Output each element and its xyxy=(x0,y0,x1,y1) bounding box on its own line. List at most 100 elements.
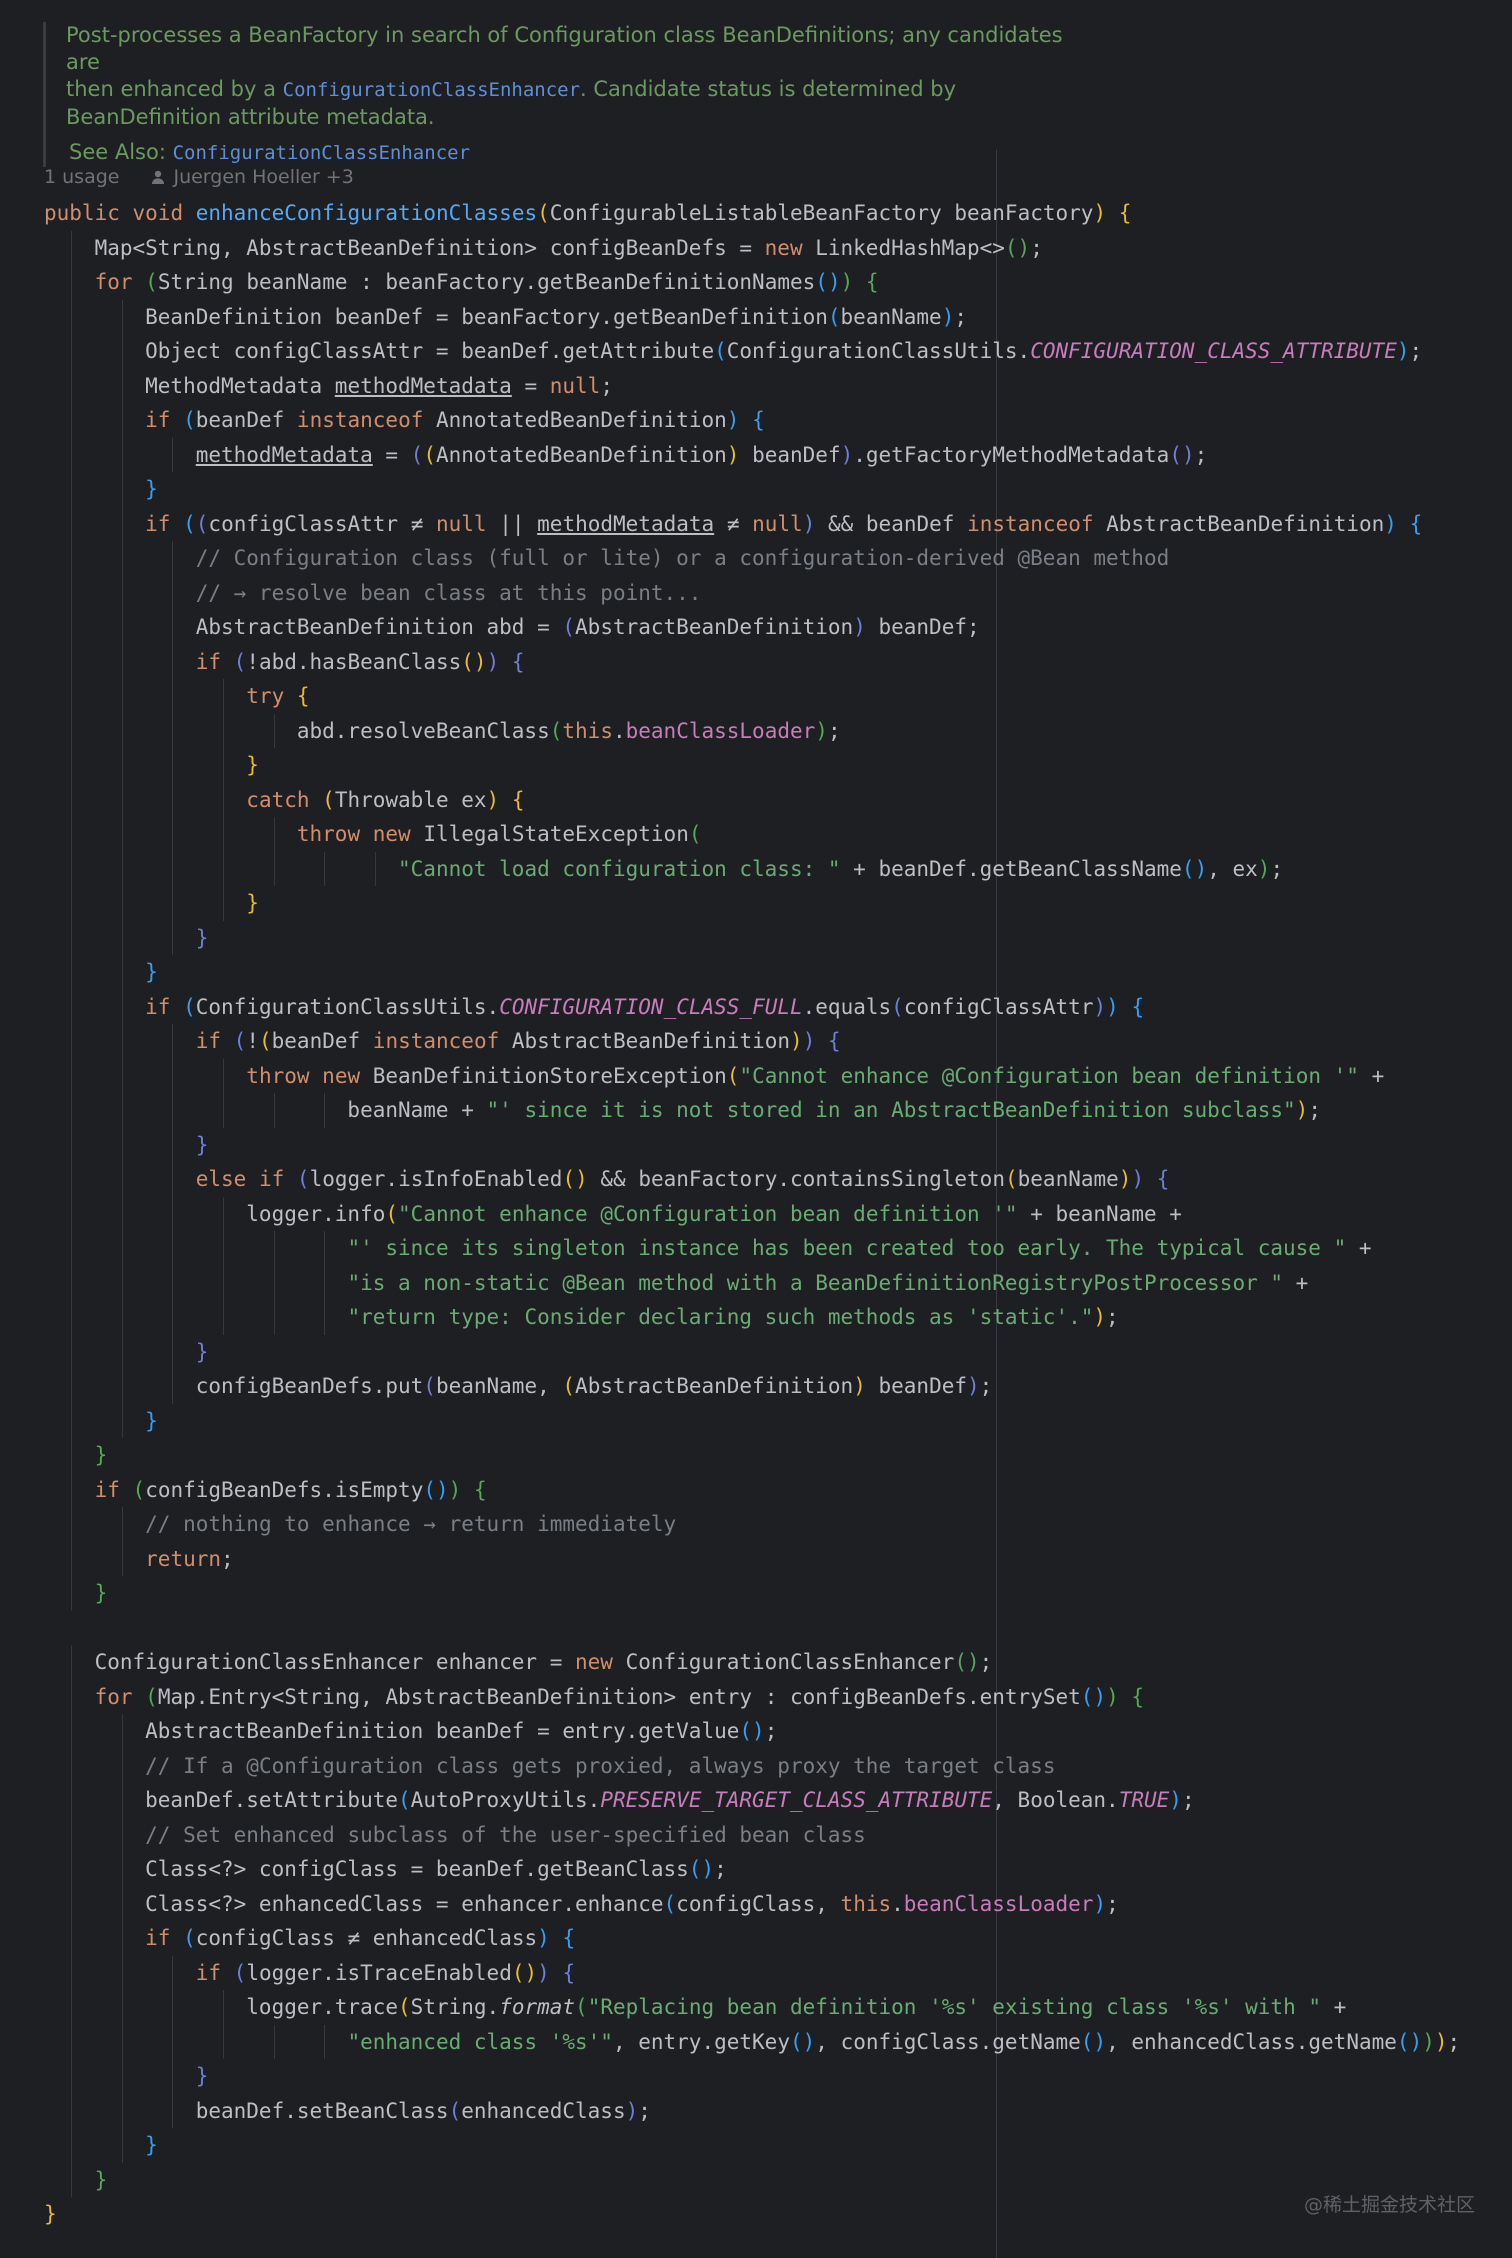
code-line[interactable]: // → resolve bean class at this point... xyxy=(44,575,1460,610)
code-text[interactable]: "enhanced class '%s'", entry.getKey(), c… xyxy=(44,2030,1460,2054)
code-line[interactable]: AbstractBeanDefinition abd = (AbstractBe… xyxy=(44,610,1460,645)
code-line[interactable]: } xyxy=(44,1576,1460,1611)
code-line[interactable]: ConfigurationClassEnhancer enhancer = ne… xyxy=(44,1645,1460,1680)
code-line[interactable]: } xyxy=(44,472,1460,507)
code-text[interactable]: configBeanDefs.put(beanName, (AbstractBe… xyxy=(44,1374,993,1398)
code-line[interactable]: } xyxy=(44,1334,1460,1369)
code-text[interactable]: throw new BeanDefinitionStoreException("… xyxy=(44,1064,1384,1088)
code-line[interactable]: logger.trace(String.format("Replacing be… xyxy=(44,1990,1460,2025)
author-hint[interactable]: Juergen Hoeller +3 xyxy=(173,166,353,188)
code-text[interactable]: beanName + "' since it is not stored in … xyxy=(44,1098,1321,1122)
code-line[interactable]: } xyxy=(44,955,1460,990)
code-text[interactable]: Class<?> configClass = beanDef.getBeanCl… xyxy=(44,1857,727,1881)
code-text[interactable]: Object configClassAttr = beanDef.getAttr… xyxy=(44,339,1422,363)
code-text[interactable]: if (!abd.hasBeanClass()) { xyxy=(44,650,525,674)
code-text[interactable]: } xyxy=(44,1409,158,1433)
code-line[interactable]: return; xyxy=(44,1541,1460,1576)
code-line[interactable]: } xyxy=(44,2059,1460,2094)
code-text[interactable]: if (ConfigurationClassUtils.CONFIGURATIO… xyxy=(44,995,1144,1019)
code-line[interactable]: else if (logger.isInfoEnabled() && beanF… xyxy=(44,1162,1460,1197)
code-text[interactable]: logger.info("Cannot enhance @Configurati… xyxy=(44,1202,1182,1226)
code-text[interactable]: AbstractBeanDefinition beanDef = entry.g… xyxy=(44,1719,777,1743)
code-line[interactable]: } xyxy=(44,1127,1460,1162)
code-text[interactable]: methodMetadata = ((AnnotatedBeanDefiniti… xyxy=(44,443,1208,467)
code-editor[interactable]: public void enhanceConfigurationClasses(… xyxy=(44,196,1460,2232)
code-line[interactable]: configBeanDefs.put(beanName, (AbstractBe… xyxy=(44,1369,1460,1404)
code-text[interactable]: if ((configClassAttr ≠ null || methodMet… xyxy=(44,512,1422,536)
code-text[interactable]: if (logger.isTraceEnabled()) { xyxy=(44,1961,575,1985)
code-line[interactable]: if (!(beanDef instanceof AbstractBeanDef… xyxy=(44,1024,1460,1059)
code-text[interactable]: } xyxy=(44,2064,209,2088)
code-text[interactable]: AbstractBeanDefinition abd = (AbstractBe… xyxy=(44,615,980,639)
code-text[interactable]: } xyxy=(44,1133,209,1157)
code-line[interactable]: Map<String, AbstractBeanDefinition> conf… xyxy=(44,230,1460,265)
code-line[interactable]: BeanDefinition beanDef = beanFactory.get… xyxy=(44,299,1460,334)
code-line[interactable]: logger.info("Cannot enhance @Configurati… xyxy=(44,1196,1460,1231)
code-text[interactable]: abd.resolveBeanClass(this.beanClassLoade… xyxy=(44,719,841,743)
code-text[interactable]: } xyxy=(44,477,158,501)
code-text[interactable]: } xyxy=(44,1581,108,1605)
code-line[interactable]: } xyxy=(44,1438,1460,1473)
code-line[interactable]: // If a @Configuration class gets proxie… xyxy=(44,1748,1460,1783)
code-text[interactable]: Class<?> enhancedClass = enhancer.enhanc… xyxy=(44,1892,1119,1916)
code-text[interactable]: catch (Throwable ex) { xyxy=(44,788,524,812)
code-line[interactable]: // Configuration class (full or lite) or… xyxy=(44,541,1460,576)
code-text[interactable]: // Configuration class (full or lite) or… xyxy=(44,546,1170,570)
code-text[interactable]: ConfigurationClassEnhancer enhancer = ne… xyxy=(44,1650,993,1674)
code-line[interactable]: try { xyxy=(44,679,1460,714)
code-text[interactable]: if (beanDef instanceof AnnotatedBeanDefi… xyxy=(44,408,765,432)
code-line[interactable] xyxy=(44,1611,1460,1646)
code-line[interactable]: } xyxy=(44,2197,1460,2232)
code-line[interactable]: "return type: Consider declaring such me… xyxy=(44,1300,1460,1335)
code-line[interactable]: if (ConfigurationClassUtils.CONFIGURATIO… xyxy=(44,989,1460,1024)
code-text[interactable]: // → resolve bean class at this point... xyxy=(44,581,702,605)
see-also-link[interactable]: ConfigurationClassEnhancer xyxy=(173,142,470,164)
code-line[interactable]: Class<?> configClass = beanDef.getBeanCl… xyxy=(44,1852,1460,1887)
code-text[interactable]: else if (logger.isInfoEnabled() && beanF… xyxy=(44,1167,1170,1191)
code-line[interactable]: "Cannot load configuration class: " + be… xyxy=(44,851,1460,886)
code-text[interactable]: } xyxy=(44,2133,158,2157)
code-text[interactable]: } xyxy=(44,1340,209,1364)
code-line[interactable]: for (String beanName : beanFactory.getBe… xyxy=(44,265,1460,300)
code-text[interactable]: "is a non-static @Bean method with a Bea… xyxy=(44,1271,1308,1295)
code-text[interactable]: "' since its singleton instance has been… xyxy=(44,1236,1371,1260)
code-text[interactable]: // If a @Configuration class gets proxie… xyxy=(44,1754,1055,1778)
code-text[interactable]: return; xyxy=(44,1547,234,1571)
code-line[interactable]: for (Map.Entry<String, AbstractBeanDefin… xyxy=(44,1679,1460,1714)
code-text[interactable]: } xyxy=(44,891,259,915)
code-line[interactable]: beanDef.setBeanClass(enhancedClass); xyxy=(44,2093,1460,2128)
code-text[interactable]: Map<String, AbstractBeanDefinition> conf… xyxy=(44,236,1043,260)
code-text[interactable]: // Set enhanced subclass of the user-spe… xyxy=(44,1823,866,1847)
code-line[interactable]: beanName + "' since it is not stored in … xyxy=(44,1093,1460,1128)
code-line[interactable]: if ((configClassAttr ≠ null || methodMet… xyxy=(44,506,1460,541)
code-text[interactable]: try { xyxy=(44,684,309,708)
code-line[interactable]: if (!abd.hasBeanClass()) { xyxy=(44,644,1460,679)
code-line[interactable]: if (logger.isTraceEnabled()) { xyxy=(44,1955,1460,1990)
javadoc-class-link[interactable]: ConfigurationClassEnhancer xyxy=(283,79,580,101)
code-line[interactable]: if (configBeanDefs.isEmpty()) { xyxy=(44,1472,1460,1507)
code-text[interactable]: for (Map.Entry<String, AbstractBeanDefin… xyxy=(44,1685,1144,1709)
code-text[interactable]: BeanDefinition beanDef = beanFactory.get… xyxy=(44,305,967,329)
code-text[interactable]: } xyxy=(44,926,209,950)
code-line[interactable]: throw new IllegalStateException( xyxy=(44,817,1460,852)
code-line[interactable]: if (configClass ≠ enhancedClass) { xyxy=(44,1921,1460,1956)
code-text[interactable]: logger.trace(String.format("Replacing be… xyxy=(44,1995,1346,2019)
code-text[interactable]: throw new IllegalStateException( xyxy=(44,822,702,846)
code-line[interactable]: AbstractBeanDefinition beanDef = entry.g… xyxy=(44,1714,1460,1749)
code-line[interactable]: } xyxy=(44,1403,1460,1438)
code-line[interactable]: catch (Throwable ex) { xyxy=(44,782,1460,817)
code-text[interactable]: beanDef.setBeanClass(enhancedClass); xyxy=(44,2099,651,2123)
code-line[interactable]: // Set enhanced subclass of the user-spe… xyxy=(44,1817,1460,1852)
code-text[interactable]: "Cannot load configuration class: " + be… xyxy=(44,857,1283,881)
code-line[interactable]: "is a non-static @Bean method with a Bea… xyxy=(44,1265,1460,1300)
code-text[interactable]: } xyxy=(44,753,259,777)
code-line[interactable]: } xyxy=(44,2162,1460,2197)
code-line[interactable]: public void enhanceConfigurationClasses(… xyxy=(44,196,1460,231)
code-text[interactable]: // nothing to enhance → return immediate… xyxy=(44,1512,676,1536)
code-line[interactable]: abd.resolveBeanClass(this.beanClassLoade… xyxy=(44,713,1460,748)
code-text[interactable]: beanDef.setAttribute(AutoProxyUtils.PRES… xyxy=(44,1788,1194,1812)
code-line[interactable]: } xyxy=(44,886,1460,921)
code-line[interactable]: } xyxy=(44,920,1460,955)
code-text[interactable]: for (String beanName : beanFactory.getBe… xyxy=(44,270,879,294)
code-line[interactable]: Class<?> enhancedClass = enhancer.enhanc… xyxy=(44,1886,1460,1921)
